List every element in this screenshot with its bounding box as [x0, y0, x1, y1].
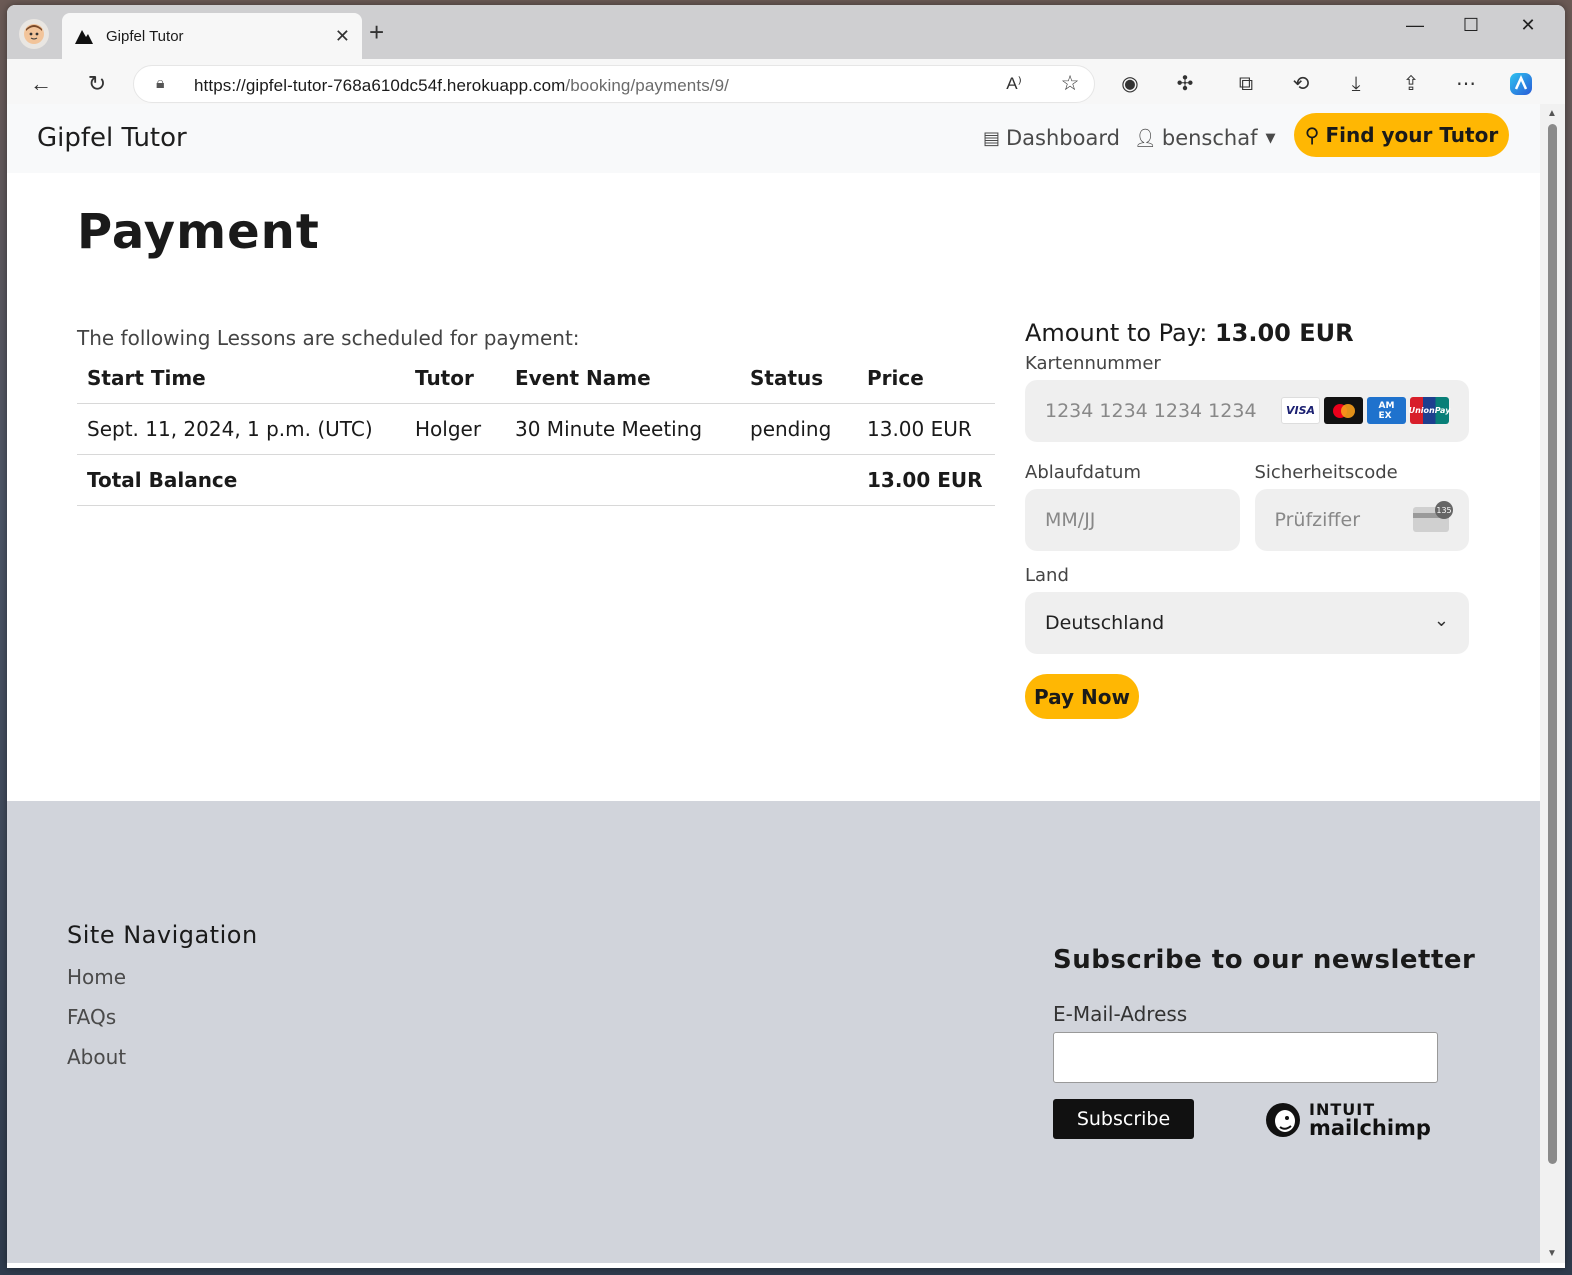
collections-icon[interactable]: ⧉	[1232, 71, 1260, 97]
newsletter-title: Subscribe to our newsletter	[1053, 945, 1476, 975]
mountain-icon	[75, 30, 93, 44]
footer-link-about[interactable]: About	[67, 1045, 126, 1069]
cvc-input[interactable]: Prüfziffer 135	[1254, 489, 1469, 551]
scroll-up-icon[interactable]: ▲	[1547, 108, 1557, 119]
lessons-table: Start Time Tutor Event Name Status Price…	[77, 354, 995, 506]
column-header: Start Time	[77, 354, 405, 404]
chevron-down-icon: ⌄	[1433, 610, 1449, 631]
table-row: Sept. 11, 2024, 1 p.m. (UTC) Holger 30 M…	[77, 403, 995, 455]
country-select[interactable]: Deutschland ⌄	[1025, 592, 1469, 654]
address-bar[interactable]: 🔒︎ https://gipfel-tutor-768a610dc54f.her…	[133, 65, 1095, 103]
column-header: Event Name	[505, 354, 740, 404]
extensions-puzzle-icon[interactable]: ✣	[1171, 71, 1199, 97]
profile-avatar[interactable]	[19, 19, 49, 49]
share-icon[interactable]: ⇪	[1397, 71, 1425, 97]
subscribe-button[interactable]: Subscribe	[1053, 1099, 1194, 1139]
cvc-label: Sicherheitscode	[1254, 462, 1398, 483]
amex-icon: AM EX	[1367, 397, 1406, 424]
caret-down-icon: ▼	[1265, 130, 1276, 146]
page-scrollbar[interactable]: ▲ ▼	[1540, 104, 1565, 1263]
payment-intro-text: The following Lessons are scheduled for …	[77, 326, 580, 350]
email-label: E-Mail-Adress	[1053, 1002, 1188, 1026]
list-icon: ▤	[983, 127, 1001, 149]
history-icon[interactable]: ⟲	[1287, 71, 1315, 97]
minimize-icon[interactable]: —	[1395, 15, 1435, 36]
table-cell: Sept. 11, 2024, 1 p.m. (UTC)	[77, 403, 405, 455]
address-toolbar: ← ↻ 🔒︎ https://gipfel-tutor-768a610dc54f…	[7, 59, 1565, 109]
mailchimp-freddie-icon	[1266, 1103, 1300, 1137]
close-window-icon[interactable]: ✕	[1508, 15, 1548, 36]
extension-avatar-icon[interactable]: ◉	[1116, 71, 1144, 97]
user-icon: 👤︎	[1134, 127, 1157, 149]
dashboard-link[interactable]: ▤ Dashboard	[983, 126, 1120, 150]
download-icon[interactable]: ⤓	[1342, 71, 1370, 97]
total-row: Total Balance 13.00 EUR	[77, 454, 995, 506]
maximize-icon[interactable]: ☐	[1451, 15, 1491, 36]
expiry-input[interactable]: MM/JJ	[1025, 489, 1240, 551]
tab-gipfel-tutor[interactable]: Gipfel Tutor ✕	[62, 13, 362, 59]
read-aloud-icon[interactable]: A⁾	[1000, 71, 1028, 97]
footer-link-home[interactable]: Home	[67, 965, 126, 989]
amount-to-pay: Amount to Pay: 13.00 EUR	[1025, 319, 1354, 347]
total-value: 13.00 EUR	[857, 454, 995, 506]
tab-strip: Gipfel Tutor ✕ + — ☐ ✕	[7, 5, 1565, 59]
table-cell: 30 Minute Meeting	[505, 403, 740, 455]
column-header: Status	[740, 354, 857, 404]
footer-nav-title: Site Navigation	[67, 921, 258, 949]
amount-value: 13.00 EUR	[1214, 319, 1354, 347]
footer-link-faqs[interactable]: FAQs	[67, 1005, 116, 1029]
payment-form: Amount to Pay: 13.00 EUR Kartennummer 12…	[1025, 319, 1469, 719]
back-icon[interactable]: ←	[27, 71, 55, 97]
card-number-label: Kartennummer	[1025, 353, 1161, 374]
card-brand-logos: VISA AM EX UnionPay	[1281, 397, 1450, 424]
scroll-down-icon[interactable]: ▼	[1547, 1248, 1557, 1259]
find-tutor-button[interactable]: ⚲ Find your Tutor	[1294, 113, 1509, 157]
cvc-card-icon: 135	[1413, 501, 1453, 532]
refresh-icon[interactable]: ↻	[83, 71, 111, 97]
avatar-icon	[24, 24, 44, 44]
web-page: Gipfel Tutor ▤ Dashboard 👤︎ benschaf ▼ ⚲…	[7, 104, 1540, 1263]
newsletter-email-input[interactable]	[1053, 1032, 1438, 1083]
table-cell: Holger	[405, 403, 505, 455]
cvc-badge: 135	[1435, 501, 1453, 519]
mailchimp-logo[interactable]: INTUIT mailchimp	[1263, 1099, 1431, 1139]
unionpay-icon: UnionPay	[1409, 397, 1450, 424]
table-header-row: Start Time Tutor Event Name Status Price	[77, 354, 995, 404]
new-tab-icon[interactable]: +	[369, 17, 384, 47]
column-header: Tutor	[405, 354, 505, 404]
table-cell: pending	[740, 403, 857, 455]
tab-title: Gipfel Tutor	[106, 27, 184, 45]
site-footer: Site Navigation Home FAQs About Subscrib…	[7, 801, 1540, 1263]
lock-icon: 🔒︎	[156, 75, 165, 92]
scroll-thumb[interactable]	[1548, 124, 1557, 1164]
expiry-label: Ablaufdatum	[1025, 462, 1141, 483]
brand-logo-text[interactable]: Gipfel Tutor	[37, 123, 187, 153]
mastercard-icon	[1324, 397, 1363, 424]
close-tab-icon[interactable]: ✕	[335, 26, 350, 47]
table-cell: 13.00 EUR	[857, 403, 995, 455]
visa-icon: VISA	[1281, 397, 1320, 424]
more-options-icon[interactable]: ⋯	[1452, 71, 1480, 97]
page-title: Payment	[77, 204, 320, 260]
search-icon: ⚲	[1304, 123, 1320, 147]
favorite-star-icon[interactable]: ☆	[1056, 71, 1084, 97]
copilot-icon[interactable]	[1507, 71, 1535, 103]
total-label: Total Balance	[77, 454, 405, 506]
card-number-input[interactable]: 1234 1234 1234 1234 VISA AM EX UnionPay	[1025, 380, 1469, 442]
column-header: Price	[857, 354, 995, 404]
url-text: https://gipfel-tutor-768a610dc54f.heroku…	[194, 76, 729, 95]
user-dropdown[interactable]: 👤︎ benschaf ▼	[1134, 126, 1275, 150]
pay-now-button[interactable]: Pay Now	[1025, 674, 1139, 719]
site-navbar: Gipfel Tutor ▤ Dashboard 👤︎ benschaf ▼ ⚲…	[7, 104, 1540, 173]
country-label: Land	[1025, 565, 1069, 586]
